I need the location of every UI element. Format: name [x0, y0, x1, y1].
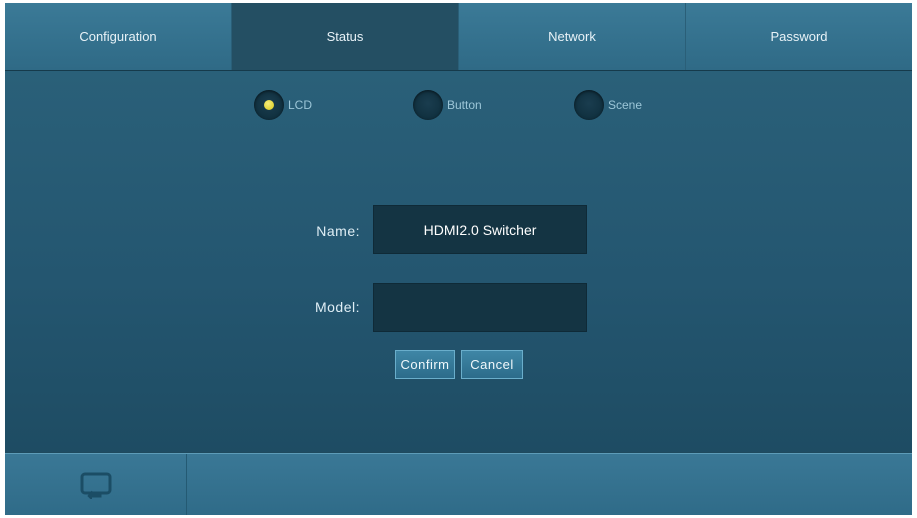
- bottom-bar: [5, 453, 912, 515]
- return-icon: [80, 472, 111, 499]
- radio-scene-label: Scene: [608, 98, 643, 112]
- tab-bar: Configuration Status Network Password: [5, 3, 912, 71]
- tab-status[interactable]: Status: [232, 3, 459, 70]
- radio-circle: [413, 90, 443, 120]
- radio-circle: [254, 90, 284, 120]
- radio-button-label: Button: [447, 98, 482, 112]
- display-mode-radio-group: LCD Button Scene: [5, 90, 912, 120]
- confirm-button[interactable]: Confirm: [395, 350, 455, 379]
- tab-password[interactable]: Password: [686, 3, 912, 70]
- radio-scene[interactable]: Scene: [574, 90, 642, 120]
- return-button[interactable]: [5, 454, 187, 515]
- radio-selected-dot: [264, 100, 274, 110]
- model-label: Model:: [314, 299, 360, 315]
- model-field[interactable]: [373, 283, 587, 332]
- radio-button[interactable]: Button: [413, 90, 482, 120]
- radio-circle: [574, 90, 604, 120]
- radio-lcd[interactable]: LCD: [254, 90, 312, 120]
- name-label: Name:: [316, 223, 360, 239]
- cancel-button[interactable]: Cancel: [461, 350, 523, 379]
- name-field[interactable]: HDMI2.0 Switcher: [373, 205, 587, 254]
- app-window: Configuration Status Network Password LC…: [5, 3, 912, 515]
- radio-lcd-label: LCD: [288, 98, 313, 112]
- status-panel: LCD Button Scene Name: HDMI2.0 Switcher …: [5, 71, 912, 452]
- tab-network[interactable]: Network: [459, 3, 686, 70]
- tab-configuration[interactable]: Configuration: [5, 3, 232, 70]
